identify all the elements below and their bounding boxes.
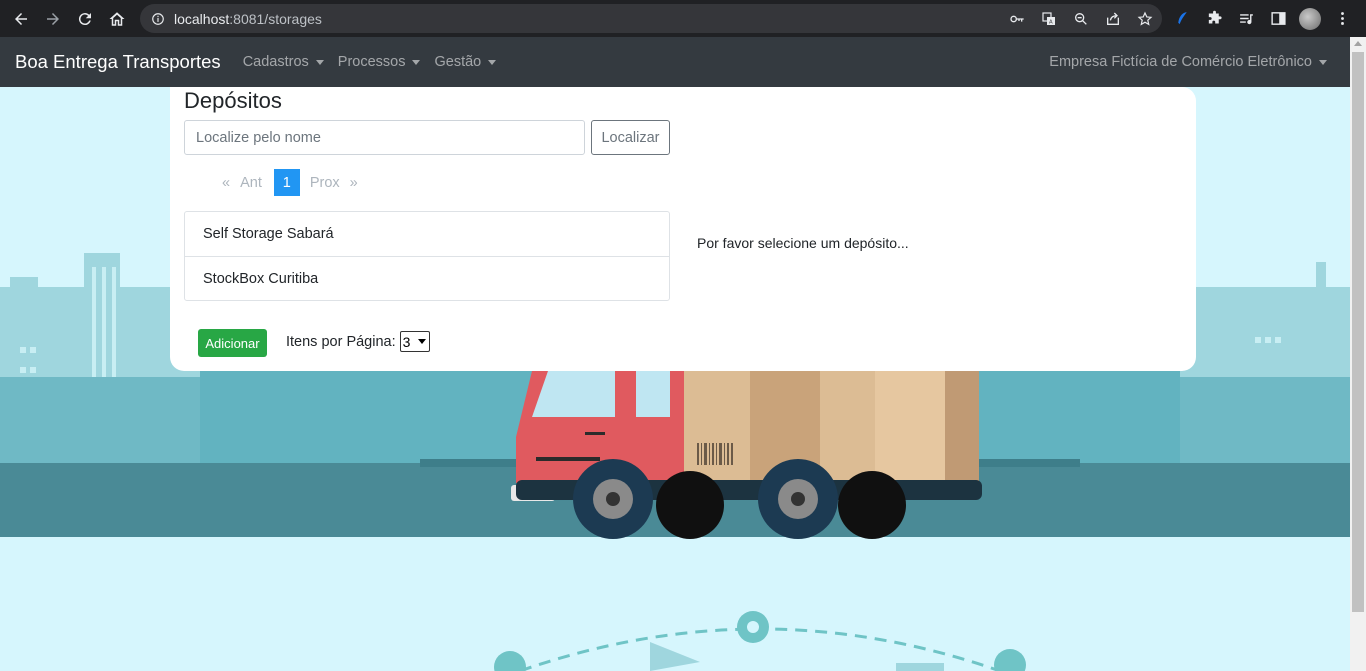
company-menu-label: Empresa Fictícia de Comércio Eletrônico <box>1049 54 1312 70</box>
select-storage-hint: Por favor selecione um depósito... <box>697 235 909 251</box>
translate-icon: A <box>1042 11 1055 25</box>
menu-gestao[interactable]: Gestão <box>434 54 497 70</box>
chevron-down-icon <box>417 339 426 344</box>
key-button[interactable] <box>1006 8 1028 30</box>
zoom-out-icon <box>1075 12 1087 25</box>
back-button[interactable] <box>5 3 37 35</box>
search-button[interactable]: Localizar <box>591 120 670 155</box>
url-host: localhost <box>174 10 230 27</box>
caret-down-icon <box>488 59 497 65</box>
url-path: :8081/storages <box>229 10 322 27</box>
menu-processos[interactable]: Processos <box>338 54 421 70</box>
menu-cadastros-label: Cadastros <box>242 54 309 70</box>
scroll-up-arrow-icon[interactable] <box>1354 41 1362 46</box>
pagination-current-page[interactable]: 1 <box>273 169 300 196</box>
forward-button[interactable] <box>37 3 69 35</box>
share-icon <box>1107 12 1119 25</box>
arrow-right-icon <box>47 12 59 25</box>
side-panel-button[interactable] <box>1266 7 1290 31</box>
caret-down-icon <box>315 59 324 65</box>
share-button[interactable] <box>1102 8 1124 30</box>
scrollbar-thumb[interactable] <box>1352 52 1364 612</box>
bookmark-button[interactable] <box>1134 8 1156 30</box>
media-button[interactable] <box>1234 7 1258 31</box>
reload-button[interactable] <box>69 3 101 35</box>
extensions-area <box>1170 0 1354 37</box>
browser-toolbar: localhost:8081/storages A <box>0 0 1366 37</box>
pagination: « Ant 1 Prox » <box>222 169 368 196</box>
side-panel-icon <box>1270 12 1286 25</box>
star-icon <box>1137 11 1153 26</box>
address-bar[interactable]: localhost:8081/storages A <box>140 4 1162 33</box>
zoom-button[interactable] <box>1070 8 1092 30</box>
menu-cadastros[interactable]: Cadastros <box>243 54 324 70</box>
caret-down-icon <box>412 59 421 65</box>
list-item[interactable]: StockBox Curitiba <box>185 256 669 300</box>
page-title: Depósitos <box>184 88 282 113</box>
storage-list: Self Storage Sabará StockBox Curitiba <box>184 211 670 301</box>
extensions-button[interactable] <box>1202 7 1226 31</box>
list-item[interactable]: Self Storage Sabará <box>185 212 669 256</box>
pagination-prev[interactable]: Ant <box>240 175 262 191</box>
pagination-last[interactable]: » <box>350 175 358 191</box>
profile-button[interactable] <box>1298 7 1322 31</box>
items-per-page: Itens por Página: 3 <box>286 331 430 352</box>
info-icon[interactable] <box>151 12 165 26</box>
menu-gestao-label: Gestão <box>434 54 482 70</box>
svg-text:A: A <box>1049 19 1053 25</box>
page-scrollbar[interactable] <box>1350 37 1366 671</box>
translate-button[interactable]: A <box>1038 8 1060 30</box>
playlist-icon <box>1239 14 1253 25</box>
more-vertical-icon <box>1340 12 1344 25</box>
add-button[interactable]: Adicionar <box>198 329 267 357</box>
brand-link[interactable]: Boa Entrega Transportes <box>15 51 221 73</box>
avatar <box>1299 7 1321 30</box>
browser-nav <box>5 3 133 35</box>
items-per-page-select[interactable]: 3 <box>399 331 430 352</box>
company-menu[interactable]: Empresa Fictícia de Comércio Eletrônico <box>1049 37 1327 87</box>
app-navbar: Boa Entrega Transportes Cadastros Proces… <box>0 37 1350 87</box>
feather-icon <box>1177 12 1187 25</box>
home-icon <box>109 11 125 26</box>
items-per-page-label: Itens por Página: <box>286 333 396 350</box>
reload-icon <box>78 12 91 25</box>
arrow-left-icon <box>15 12 27 25</box>
caret-down-icon <box>1319 59 1327 65</box>
puzzle-icon <box>1208 10 1222 24</box>
search-input[interactable] <box>184 120 585 155</box>
url-text[interactable]: localhost:8081/storages <box>174 11 322 27</box>
extension-feather-button[interactable] <box>1170 7 1194 31</box>
key-icon <box>1010 15 1024 22</box>
browser-menu-button[interactable] <box>1330 7 1354 31</box>
address-bar-actions: A <box>1006 4 1156 33</box>
storages-card: Depósitos Localizar « Ant 1 Prox » Self … <box>170 87 1196 371</box>
pagination-next[interactable]: Prox <box>310 175 340 191</box>
menu-processos-label: Processos <box>337 54 406 70</box>
pagination-first[interactable]: « <box>222 175 230 191</box>
items-per-page-value: 3 <box>402 333 411 350</box>
home-button[interactable] <box>101 3 133 35</box>
